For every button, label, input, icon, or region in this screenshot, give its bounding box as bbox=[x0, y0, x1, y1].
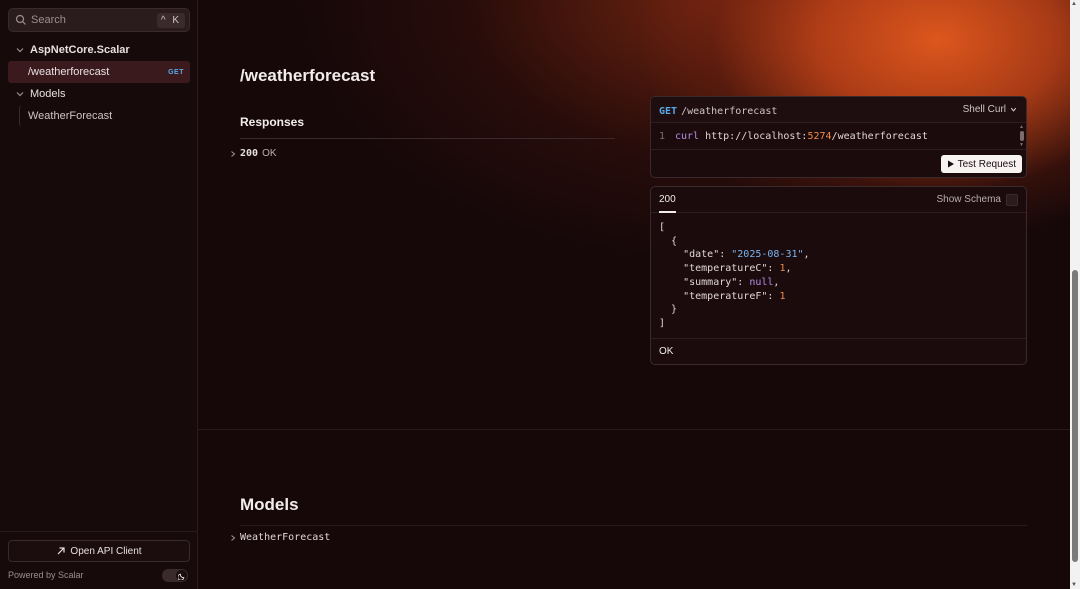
scroll-up-icon: ▲ bbox=[1019, 124, 1024, 130]
dark-mode-toggle[interactable] bbox=[162, 569, 188, 582]
test-request-label: Test Request bbox=[957, 158, 1016, 170]
main-content: /weatherforecast Responses 200 OK GET/we… bbox=[198, 0, 1070, 589]
model-item-weatherforecast[interactable]: WeatherForecast bbox=[228, 532, 330, 543]
response-example-card: 200 Show Schema [ { "date": "2025-08-31"… bbox=[650, 186, 1027, 365]
chevron-down-icon bbox=[1009, 105, 1018, 114]
code-url-port: 5274 bbox=[807, 131, 832, 142]
sidebar: Search ^ K AspNetCore.Scalar /weatherfor… bbox=[0, 0, 198, 589]
search-placeholder: Search bbox=[31, 14, 66, 26]
responses-heading: Responses bbox=[240, 115, 305, 129]
chevron-down-icon bbox=[14, 88, 26, 100]
response-json: [ { "date": "2025-08-31", "temperatureC"… bbox=[659, 222, 810, 329]
show-schema-label: Show Schema bbox=[936, 194, 1001, 205]
chevron-down-icon bbox=[14, 44, 26, 56]
section-divider bbox=[198, 429, 1070, 430]
code-url-suffix: /weatherforecast bbox=[831, 131, 928, 142]
search-input[interactable]: Search ^ K bbox=[8, 8, 190, 32]
sidebar-item-label: Models bbox=[30, 88, 66, 100]
sidebar-nav: AspNetCore.Scalar /weatherforecast GET M… bbox=[8, 39, 190, 127]
sidebar-item-models[interactable]: Models bbox=[8, 83, 190, 105]
powered-by-text: Powered by Scalar bbox=[8, 570, 84, 580]
response-card-header: 200 Show Schema bbox=[651, 187, 1026, 213]
moon-icon bbox=[176, 570, 187, 581]
divider bbox=[240, 138, 615, 139]
chevron-right-icon bbox=[228, 149, 238, 159]
play-icon bbox=[947, 160, 955, 168]
show-schema-checkbox[interactable] bbox=[1006, 193, 1018, 206]
open-api-client-button[interactable]: Open API Client bbox=[8, 540, 190, 562]
test-request-button[interactable]: Test Request bbox=[940, 155, 1022, 173]
sidebar-footer: Open API Client Powered by Scalar bbox=[0, 531, 197, 589]
method-label: GET bbox=[659, 105, 678, 117]
endpoint-title: /weatherforecast bbox=[240, 66, 376, 85]
model-label: WeatherForecast bbox=[240, 532, 331, 543]
sidebar-item-aspnetcore-scalar[interactable]: AspNetCore.Scalar bbox=[8, 39, 190, 61]
response-status-text: OK bbox=[659, 346, 674, 357]
code-scrollbar[interactable]: ▲ ▼ bbox=[1019, 124, 1025, 148]
client-select[interactable]: Shell Curl bbox=[963, 104, 1018, 115]
response-label: OK bbox=[262, 148, 277, 159]
code-command: curl bbox=[675, 131, 700, 142]
request-example-card: GET/weatherforecast Shell Curl 1 curl ht… bbox=[650, 96, 1027, 178]
models-title: Models bbox=[240, 495, 299, 514]
code-url-prefix: http://localhost: bbox=[705, 131, 808, 142]
sidebar-item-weatherforecast-model[interactable]: WeatherForecast bbox=[19, 105, 190, 127]
chevron-right-icon bbox=[228, 533, 238, 543]
sidebar-item-label: WeatherForecast bbox=[28, 110, 113, 122]
request-path: /weatherforecast bbox=[681, 105, 778, 117]
response-row-200[interactable]: 200 OK bbox=[228, 148, 277, 159]
page-scrollbar[interactable]: ▲ ▼ bbox=[1070, 0, 1080, 589]
request-card-header: GET/weatherforecast Shell Curl bbox=[651, 97, 1026, 123]
search-icon bbox=[15, 14, 27, 26]
divider bbox=[651, 338, 1026, 339]
arrow-up-right-icon bbox=[56, 546, 66, 556]
client-select-value: Shell Curl bbox=[962, 104, 1006, 115]
scroll-down-icon: ▼ bbox=[1019, 142, 1024, 148]
tab-200[interactable]: 200 bbox=[659, 187, 676, 213]
divider bbox=[240, 525, 1027, 526]
sidebar-item-label: AspNetCore.Scalar bbox=[30, 44, 130, 56]
sidebar-item-label: /weatherforecast bbox=[28, 66, 110, 78]
divider bbox=[651, 149, 1026, 150]
search-shortcut: ^ K bbox=[156, 12, 185, 28]
show-schema-toggle[interactable]: Show Schema bbox=[936, 193, 1018, 206]
line-number: 1 bbox=[659, 131, 666, 142]
response-code: 200 bbox=[240, 148, 259, 159]
method-badge: GET bbox=[168, 68, 184, 76]
code-line: 1 curl http://localhost: 5274/weatherfore… bbox=[659, 131, 928, 142]
scroll-thumb[interactable] bbox=[1072, 270, 1078, 562]
scroll-thumb[interactable] bbox=[1020, 131, 1024, 141]
scroll-down-icon[interactable]: ▼ bbox=[1071, 582, 1077, 588]
scroll-up-icon[interactable]: ▲ bbox=[1071, 1, 1077, 7]
open-api-client-label: Open API Client bbox=[70, 545, 142, 557]
sidebar-item-weatherforecast[interactable]: /weatherforecast GET bbox=[8, 61, 190, 83]
